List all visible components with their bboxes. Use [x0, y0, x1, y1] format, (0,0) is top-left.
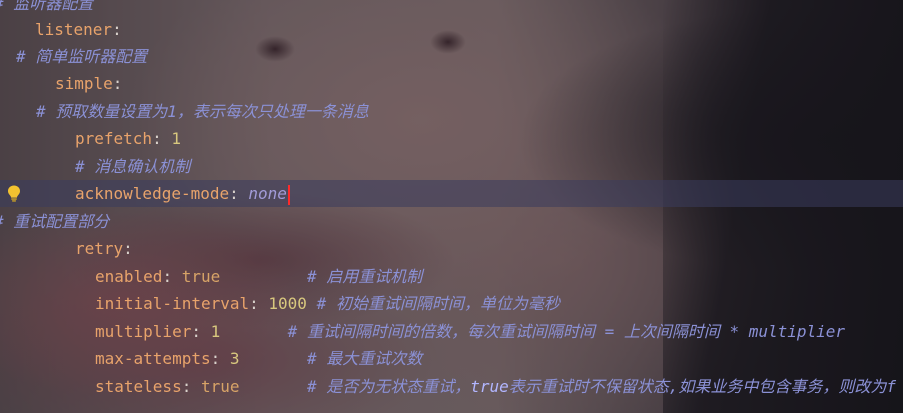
yaml-entry: listener: — [35, 16, 122, 43]
yaml-separator: : — [123, 239, 133, 258]
yaml-separator: : — [191, 322, 211, 341]
yaml-value: 1000 — [268, 294, 307, 313]
yaml-entry: stateless: true # 是否为无状态重试，true表示重试时不保留状… — [95, 373, 896, 400]
code-line[interactable]: # 监听器配置 — [0, 0, 903, 17]
yaml-key: max-attempts — [95, 349, 211, 368]
code-line[interactable]: stateless: true # 是否为无状态重试，true表示重试时不保留状… — [0, 373, 903, 400]
comment-text: # 是否为无状态重试， — [306, 377, 471, 396]
current-code-line[interactable]: acknowledge-mode: none — [0, 180, 903, 207]
text-caret — [287, 184, 290, 205]
yaml-key: multiplier — [95, 322, 192, 341]
yaml-key: prefetch — [75, 129, 153, 148]
yaml-separator: : — [210, 349, 230, 368]
yaml-entry: retry: — [75, 235, 133, 262]
yaml-entry: enabled: true # 启用重试机制 — [95, 263, 422, 290]
code-line[interactable]: simple: — [0, 70, 903, 97]
yaml-value: 1 — [171, 129, 181, 148]
yaml-separator: : — [112, 74, 123, 93]
yaml-entry: simple: — [55, 70, 122, 97]
code-line[interactable]: # 重试配置部分 — [0, 208, 903, 235]
yaml-value: 3 — [229, 349, 240, 368]
code-line[interactable]: # 消息确认机制 — [0, 153, 903, 180]
gutter — [0, 180, 26, 207]
yaml-entry: multiplier: 1 # 重试间隔时间的倍数，每次重试间隔时间 = 上次间… — [95, 318, 845, 345]
yaml-separator: : — [181, 377, 201, 396]
yaml-separator: : — [249, 294, 269, 313]
yaml-value: true — [181, 267, 221, 286]
comment-keyword: true — [470, 377, 509, 396]
code-line[interactable]: # 预取数量设置为1，表示每次只处理一条消息 — [0, 98, 903, 125]
code-line[interactable]: max-attempts: 3 # 最大重试次数 — [0, 345, 903, 372]
yaml-key: initial-interval — [95, 294, 250, 313]
yaml-separator: : — [229, 184, 249, 203]
yaml-key: retry — [75, 239, 124, 258]
code-line[interactable]: initial-interval: 1000 # 初始重试间隔时间，单位为毫秒 — [0, 290, 903, 317]
yaml-value: none — [248, 184, 287, 203]
yaml-separator: : — [162, 267, 182, 286]
yaml-comment: # 是否为无状态重试，true表示重试时不保留状态,如果业务中包含事务，则改为f — [307, 377, 896, 396]
comment-text: 表示重试时不保留状态,如果业务中包含事务，则改为f — [508, 377, 897, 396]
yaml-comment: # 预取数量设置为1，表示每次只处理一条消息 — [36, 102, 369, 121]
yaml-key: stateless — [95, 377, 182, 396]
code-line[interactable]: # 简单监听器配置 — [0, 43, 903, 70]
yaml-key: simple — [55, 74, 113, 93]
lightbulb-icon[interactable] — [7, 185, 21, 202]
code-editor[interactable]: # 监听器配置 listener: # 简单监听器配置 simple: # 预取… — [0, 0, 903, 413]
yaml-key: enabled — [95, 267, 163, 286]
yaml-comment: # 初始重试间隔时间，单位为毫秒 — [316, 294, 560, 313]
yaml-comment: # 重试配置部分 — [0, 212, 110, 231]
yaml-entry: acknowledge-mode: none — [75, 180, 290, 207]
yaml-comment: # 启用重试机制 — [306, 267, 423, 286]
yaml-comment: # 重试间隔时间的倍数，每次重试间隔时间 = 上次间隔时间 * multipli… — [287, 322, 846, 341]
code-line[interactable]: retry: — [0, 235, 903, 262]
code-line[interactable]: listener: — [0, 16, 903, 43]
yaml-value: true — [200, 377, 240, 396]
yaml-comment: # 最大重试次数 — [306, 349, 423, 368]
yaml-entry: initial-interval: 1000 # 初始重试间隔时间，单位为毫秒 — [95, 290, 560, 317]
yaml-comment: # 简单监听器配置 — [16, 47, 148, 66]
yaml-separator: : — [112, 20, 122, 39]
yaml-entry: max-attempts: 3 # 最大重试次数 — [95, 345, 422, 372]
code-line[interactable]: prefetch: 1 — [0, 125, 903, 152]
yaml-entry: prefetch: 1 — [75, 125, 181, 152]
yaml-comment: # 监听器配置 — [0, 0, 94, 13]
yaml-comment: # 消息确认机制 — [75, 157, 191, 176]
yaml-value: 1 — [210, 322, 221, 341]
code-line[interactable]: multiplier: 1 # 重试间隔时间的倍数，每次重试间隔时间 = 上次间… — [0, 318, 903, 345]
code-line[interactable]: enabled: true # 启用重试机制 — [0, 263, 903, 290]
yaml-separator: : — [152, 129, 172, 148]
yaml-key: listener — [35, 20, 113, 39]
yaml-key: acknowledge-mode — [75, 184, 230, 203]
